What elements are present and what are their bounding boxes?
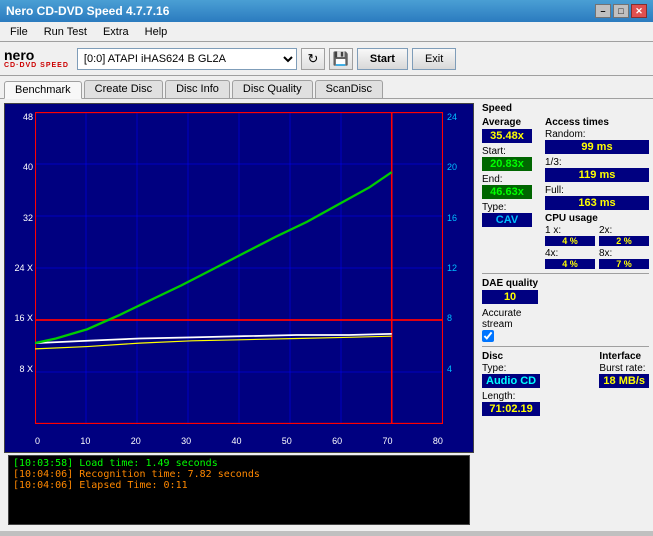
log-line-2: [10:04:06] Recognition time: 7.82 second… xyxy=(13,469,465,480)
menu-extra[interactable]: Extra xyxy=(97,25,135,39)
cpu-8x-value: 7 % xyxy=(599,259,649,269)
separator-2 xyxy=(482,346,649,347)
cpu-2x-label: 2x: xyxy=(599,225,649,236)
tab-create-disc[interactable]: Create Disc xyxy=(84,80,163,98)
menu-run-test[interactable]: Run Test xyxy=(38,25,93,39)
disc-label: Disc xyxy=(482,351,540,362)
title-bar: Nero CD-DVD Speed 4.7.7.16 – □ ✕ xyxy=(0,0,653,22)
window-title: Nero CD-DVD Speed 4.7.7.16 xyxy=(6,4,169,18)
cpu-8x-label: 8x: xyxy=(599,248,649,259)
y-axis-right: 24 20 16 12 8 4 xyxy=(445,112,471,424)
nero-logo-text: nero xyxy=(4,48,69,62)
burst-label: Burst rate: xyxy=(599,363,649,374)
log-area[interactable]: [10:03:58] Load time: 1.49 seconds [10:0… xyxy=(8,455,470,525)
tab-disc-quality[interactable]: Disc Quality xyxy=(232,80,313,98)
cpu-label: CPU usage xyxy=(545,213,649,224)
accurate-label: Accurate xyxy=(482,308,538,319)
burst-value: 18 MB/s xyxy=(599,374,649,388)
type-label: Type: xyxy=(482,202,506,213)
speed-label: Speed xyxy=(482,103,649,114)
chart-svg xyxy=(35,112,443,424)
access-section: Access times Random: 99 ms 1/3: 119 ms F… xyxy=(545,117,649,269)
save-button[interactable]: 💾 xyxy=(329,48,353,70)
one-third-label: 1/3: xyxy=(545,157,562,168)
length-value: 71:02.19 xyxy=(482,402,540,416)
maximize-button[interactable]: □ xyxy=(613,4,629,18)
nero-logo-sub: CD·DVD SPEED xyxy=(4,62,69,69)
toolbar: nero CD·DVD SPEED [0:0] ATAPI iHAS624 B … xyxy=(0,42,653,76)
one-third-value: 119 ms xyxy=(545,168,649,182)
cpu-2x-value: 2 % xyxy=(599,236,649,246)
exit-button[interactable]: Exit xyxy=(412,48,456,70)
accurate-stream-check[interactable] xyxy=(482,330,494,342)
accurate-stream-checkbox xyxy=(482,330,538,342)
tab-disc-info[interactable]: Disc Info xyxy=(165,80,230,98)
disc-type-value: Audio CD xyxy=(482,374,540,388)
dae-label: DAE quality xyxy=(482,278,538,289)
y-axis-left: 48 40 32 24 X 16 X 8 X xyxy=(7,112,35,424)
full-value: 163 ms xyxy=(545,196,649,210)
type-value: CAV xyxy=(482,213,532,227)
average-label: Average xyxy=(482,117,532,128)
chart-container: 48 40 32 24 X 16 X 8 X 24 20 16 12 8 4 xyxy=(4,103,474,453)
cpu-1x-value: 4 % xyxy=(545,236,595,246)
end-value: 46.63x xyxy=(482,185,532,199)
drive-selector[interactable]: [0:0] ATAPI iHAS624 B GL2A xyxy=(77,48,297,70)
start-value: 20.83x xyxy=(482,157,532,171)
close-button[interactable]: ✕ xyxy=(631,4,647,18)
cpu-4x-label: 4x: xyxy=(545,248,595,259)
log-line-1: [10:03:58] Load time: 1.49 seconds xyxy=(13,458,465,469)
tab-benchmark[interactable]: Benchmark xyxy=(4,81,82,99)
full-label: Full: xyxy=(545,185,564,196)
minimize-button[interactable]: – xyxy=(595,4,611,18)
menu-bar: File Run Test Extra Help xyxy=(0,22,653,42)
start-button[interactable]: Start xyxy=(357,48,408,70)
length-label: Length: xyxy=(482,391,515,402)
separator-1 xyxy=(482,273,649,274)
right-panel: Speed Average 35.48x Start: 20.83x End: … xyxy=(478,99,653,531)
refresh-button[interactable]: ↻ xyxy=(301,48,325,70)
disc-type-label: Type: xyxy=(482,363,540,374)
title-bar-buttons: – □ ✕ xyxy=(595,4,647,18)
menu-file[interactable]: File xyxy=(4,25,34,39)
random-label: Random: xyxy=(545,129,649,140)
interface-label: Interface xyxy=(599,351,649,362)
stream-label: stream xyxy=(482,319,538,330)
speed-section: Average 35.48x Start: 20.83x End: 46.63x… xyxy=(482,117,532,227)
start-label: Start: xyxy=(482,146,506,157)
menu-help[interactable]: Help xyxy=(139,25,174,39)
access-label: Access times xyxy=(545,117,649,128)
tabs: Benchmark Create Disc Disc Info Disc Qua… xyxy=(0,76,653,99)
nero-logo: nero CD·DVD SPEED xyxy=(4,48,69,69)
random-value: 99 ms xyxy=(545,140,649,154)
cpu-4x-value: 4 % xyxy=(545,259,595,269)
log-line-3: [10:04:06] Elapsed Time: 0:11 xyxy=(13,480,465,491)
chart-area: 48 40 32 24 X 16 X 8 X 24 20 16 12 8 4 xyxy=(0,99,478,531)
average-value: 35.48x xyxy=(482,129,532,143)
cpu-1x-label: 1 x: xyxy=(545,225,595,236)
x-axis: 0 10 20 30 40 50 60 70 80 xyxy=(35,436,443,446)
main-content: 48 40 32 24 X 16 X 8 X 24 20 16 12 8 4 xyxy=(0,99,653,531)
end-label: End: xyxy=(482,174,503,185)
tab-scan-disc[interactable]: ScanDisc xyxy=(315,80,383,98)
dae-value: 10 xyxy=(482,290,538,304)
